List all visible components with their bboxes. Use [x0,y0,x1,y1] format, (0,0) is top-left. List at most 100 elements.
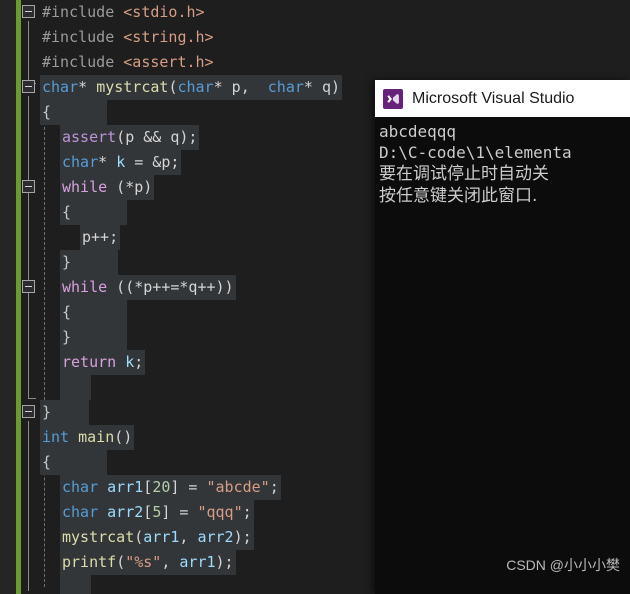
code-token: <stdio.h> [123,3,205,21]
code-token: ; [134,353,144,371]
code-token: #include [42,28,124,46]
code-token: #include [42,53,124,71]
code-token: char [42,78,79,96]
console-window[interactable]: Microsoft Visual Studio abcdeqqq D:\C-co… [375,80,630,594]
code-line-14[interactable]: } [60,325,128,350]
code-token: arr1 [143,528,180,546]
code-token: k [116,153,126,171]
code-token: char [62,478,99,496]
code-token: p [231,78,241,96]
code-token: { [42,453,52,471]
code-line-15[interactable]: return k; [60,350,146,375]
code-token: while [62,178,108,196]
code-token: arr1 [179,553,216,571]
code-line-16[interactable] [60,375,92,400]
code-token: ; [269,478,279,496]
code-line-5[interactable]: { [40,100,108,125]
code-token: ( [134,528,144,546]
code-line-text: char* k = &p; [60,150,182,175]
code-line-24[interactable] [60,575,92,594]
code-line-11[interactable]: } [60,250,119,275]
code-token: #include [42,3,124,21]
code-line-text [60,575,92,594]
code-token: assert [62,128,117,146]
csdn-watermark: CSDN @小小小樊 [506,557,620,573]
code-token: [ [143,478,153,496]
code-line-7[interactable]: char* k = &p; [60,150,182,175]
code-token: char [267,78,304,96]
code-line-text: { [40,100,108,125]
console-title-text: Microsoft Visual Studio [412,89,575,107]
code-line-4[interactable]: char* mystrcat(char* p, char* q) [40,75,343,100]
code-line-text: char arr2[5] = "qqq"; [60,500,254,525]
code-line-text: } [60,250,119,275]
code-token: ( [116,553,126,571]
code-token: arr1 [107,478,144,496]
code-line-19[interactable]: { [40,450,108,475]
code-token: , [161,553,180,571]
code-line-22[interactable]: mystrcat(arr1, arr2); [60,525,254,550]
code-line-18[interactable]: int main() [40,425,135,450]
console-line-0: abcdeqqq [379,122,457,141]
code-line-12[interactable]: while ((*p++=*q++)) [60,275,236,300]
code-token: <string.h> [123,28,214,46]
code-token: * [98,153,117,171]
code-token: while [62,278,108,296]
code-token: int [42,428,70,446]
code-line-13[interactable]: { [60,300,128,325]
code-token: { [62,303,72,321]
code-line-21[interactable]: char arr2[5] = "qqq"; [60,500,254,525]
console-titlebar[interactable]: Microsoft Visual Studio [375,80,630,117]
code-line-20[interactable]: char arr1[20] = "abcde"; [60,475,281,500]
code-token: ] = [161,503,198,521]
code-token: = &p; [125,153,180,171]
code-line-1[interactable]: #include <stdio.h> [40,0,207,25]
code-line-text: #include <string.h> [40,25,216,50]
console-line-3: 按任意键关闭此窗口. [379,186,543,206]
code-line-text: } [40,400,90,425]
code-line-8[interactable]: while (*p) [60,175,155,200]
code-token: q [321,78,331,96]
code-token: } [42,403,52,421]
code-line-3[interactable]: #include <assert.h> [40,50,216,75]
code-line-9[interactable]: { [60,200,128,225]
code-token: (p && q); [116,128,198,146]
code-token: } [62,328,72,346]
console-output[interactable]: abcdeqqq D:\C-code\1\elementa 要在调试停止时自动关… [375,117,630,594]
code-line-text: #include <assert.h> [40,50,216,75]
code-token: char [177,78,214,96]
code-line-2[interactable]: #include <string.h> [40,25,216,50]
code-token: * [303,78,322,96]
code-line-text: p++; [80,225,121,250]
code-token: mystrcat [62,528,135,546]
code-line-text: return k; [60,350,146,375]
code-token: <assert.h> [123,53,214,71]
code-token: ] = [170,478,207,496]
code-token: main [78,428,115,446]
code-token: [ [143,503,153,521]
code-line-text: while ((*p++=*q++)) [60,275,236,300]
code-token: 20 [152,478,171,496]
console-line-2: 要在调试停止时自动关 [379,164,549,184]
code-line-text: { [40,450,108,475]
code-token: k [125,353,135,371]
code-token: p++; [82,228,119,246]
code-line-23[interactable]: printf("%s", arr1); [60,550,236,575]
code-line-text: printf("%s", arr1); [60,550,236,575]
code-token: ) [331,78,341,96]
code-line-text: #include <stdio.h> [40,0,207,25]
code-token: * [213,78,232,96]
code-line-6[interactable]: assert(p && q); [60,125,200,150]
code-line-text: while (*p) [60,175,155,200]
code-line-17[interactable]: } [40,400,90,425]
code-line-10[interactable]: p++; [80,225,121,250]
